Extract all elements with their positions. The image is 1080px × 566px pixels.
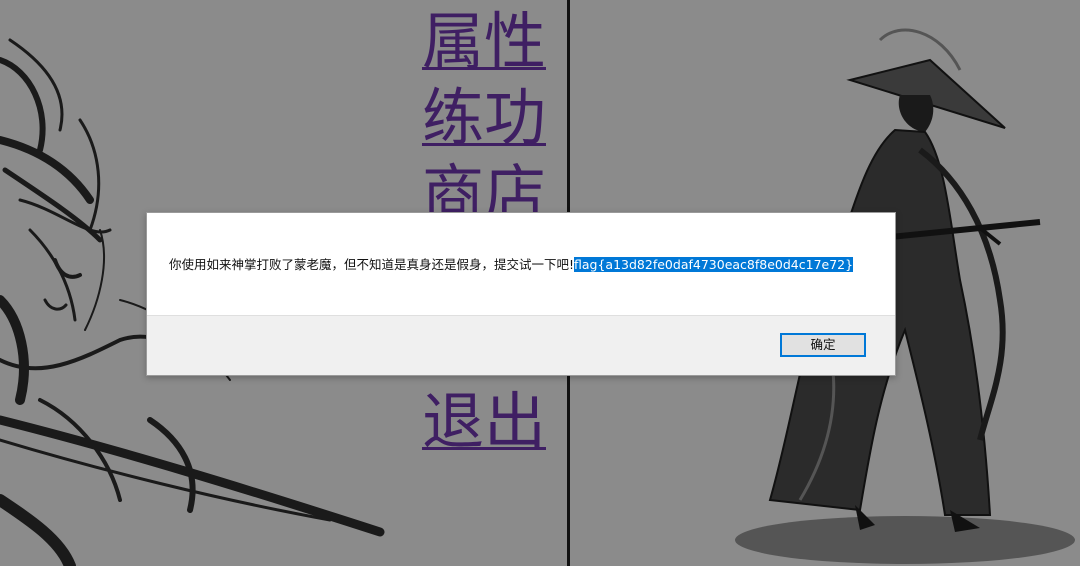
alert-message: 你使用如来神掌打败了蒙老魔，但不知道是真身还是假身，提交试一下吧!flag{a1… [169,257,854,273]
game-page: 属性 练功 商店 退出 你使用如来神掌打败了蒙老魔，但不知道是真身还是假身，提交… [0,0,1080,566]
alert-dialog-body: 你使用如来神掌打败了蒙老魔，但不知道是真身还是假身，提交试一下吧!flag{a1… [147,213,895,315]
flag-text-selected[interactable]: flag{a13d82fe0daf4730eac8f8e0d4c17e72} [574,257,854,272]
ok-button[interactable]: 确定 [780,333,866,357]
menu-link-attributes[interactable]: 属性 [422,4,546,80]
alert-message-text: 你使用如来神掌打败了蒙老魔，但不知道是真身还是假身，提交试一下吧! [169,257,575,272]
menu-link-training[interactable]: 练功 [422,80,546,156]
alert-dialog: 你使用如来神掌打败了蒙老魔，但不知道是真身还是假身，提交试一下吧!flag{a1… [146,212,896,376]
menu-link-logout[interactable]: 退出 [422,384,546,460]
alert-dialog-footer: 确定 [147,315,895,375]
